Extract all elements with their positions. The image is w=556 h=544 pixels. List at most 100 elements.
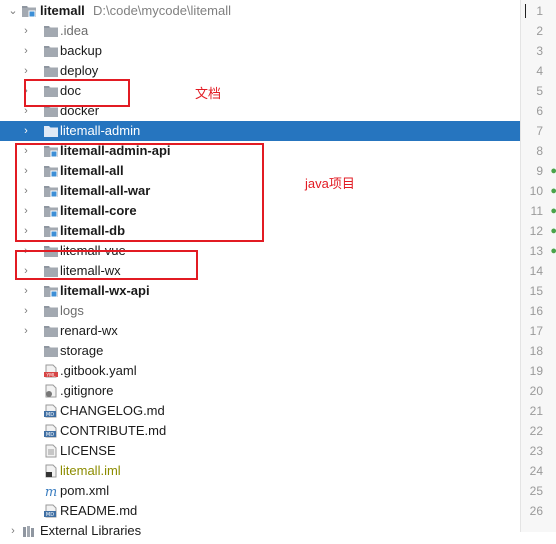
svg-text:MD: MD <box>46 512 54 518</box>
editor-gutter: 1 2 3 4 5 6 7 8 9 10 11 12 13 14 15 16 17 18 19 20 21 22 23 24 2… <box>520 0 556 532</box>
tree-item-label: .idea <box>60 23 89 38</box>
line-number: 23 <box>529 444 543 458</box>
gitignore-file-icon <box>44 384 58 398</box>
tree-item-label: deploy <box>60 63 99 78</box>
line-number: 13 <box>529 244 543 258</box>
tree-item-gitignore[interactable]: .gitignore <box>0 381 520 401</box>
line-number: 4 <box>536 64 543 78</box>
line-number: 19 <box>529 364 543 378</box>
svg-text:MD: MD <box>46 412 54 418</box>
folder-icon <box>44 44 58 58</box>
tree-item-litemall-admin[interactable]: › litemall-admin <box>0 121 520 141</box>
line-number: 21 <box>529 404 543 418</box>
line-number: 11 <box>530 204 543 218</box>
folder-icon <box>44 344 58 358</box>
module-folder-icon <box>22 4 36 18</box>
tree-item-gitbook-yaml[interactable]: YML .gitbook.yaml <box>0 361 520 381</box>
tree-item-label: litemall-admin <box>60 123 141 138</box>
tree-item-label: backup <box>60 43 102 58</box>
svg-text:MD: MD <box>46 432 54 438</box>
tree-item-backup[interactable]: › backup <box>0 41 520 61</box>
tree-item-litemall-wx-api[interactable]: › litemall-wx-api <box>0 281 520 301</box>
line-number: 2 <box>536 24 543 38</box>
line-number: 6 <box>536 104 543 118</box>
line-number: 17 <box>529 324 543 338</box>
annotation-doc: 文档 <box>195 86 222 101</box>
yaml-file-icon: YML <box>44 364 58 379</box>
tree-item-contribute-md[interactable]: MD CONTRIBUTE.md <box>0 421 520 441</box>
folder-icon <box>44 124 58 138</box>
line-number: 3 <box>536 44 543 58</box>
tree-item-label: litemall <box>40 3 85 18</box>
line-number: 9 <box>536 164 543 178</box>
tree-item-label: README.md <box>60 503 138 518</box>
gutter-marker-icon: ● <box>550 245 556 257</box>
chevron-right-icon[interactable]: › <box>21 41 31 61</box>
tree-item-label: pom.xml <box>60 483 110 498</box>
tree-item-storage[interactable]: storage <box>0 341 520 361</box>
tree-item-renard-wx[interactable]: › renard-wx <box>0 321 520 341</box>
markdown-file-icon: MD <box>44 404 58 418</box>
annotation-java: java项目 <box>305 176 355 191</box>
tree-item-label: CONTRIBUTE.md <box>60 423 167 438</box>
line-number: 14 <box>529 264 543 278</box>
line-number: 26 <box>529 504 543 518</box>
project-path: D:\code\mycode\litemall <box>93 3 231 18</box>
folder-icon <box>44 64 58 78</box>
highlight-box-doc <box>24 79 130 107</box>
tree-item-litemall-iml[interactable]: litemall.iml <box>0 461 520 481</box>
tree-item-changelog-md[interactable]: MD CHANGELOG.md <box>0 401 520 421</box>
line-number: 18 <box>529 344 543 358</box>
tree-item-idea[interactable]: › .idea <box>0 21 520 41</box>
gutter-marker-icon: ● <box>550 205 556 217</box>
line-number: 1 <box>536 4 543 18</box>
chevron-right-icon[interactable]: › <box>21 121 31 141</box>
line-number: 7 <box>536 124 543 138</box>
gutter-marker-icon: ● <box>550 185 556 197</box>
iml-file-icon <box>44 464 58 478</box>
line-number: 10 <box>529 184 543 198</box>
line-number: 24 <box>529 464 543 478</box>
highlight-box-java-modules <box>15 143 264 242</box>
tree-item-label: litemall-wx-api <box>60 283 150 298</box>
tree-item-label: .gitignore <box>60 383 114 398</box>
chevron-right-icon[interactable]: › <box>21 281 31 301</box>
folder-icon <box>44 304 58 318</box>
tree-item-external-libraries[interactable]: › External Libraries <box>0 521 520 541</box>
highlight-box-wx-api <box>15 250 198 280</box>
tree-item-label: renard-wx <box>60 323 118 338</box>
line-number: 20 <box>529 384 543 398</box>
tree-item-label: LICENSE <box>60 443 116 458</box>
maven-file-icon: m <box>44 484 58 500</box>
chevron-down-icon[interactable]: ⌄ <box>8 1 18 21</box>
tree-item-pom-xml[interactable]: m pom.xml <box>0 481 520 501</box>
tree-item-license[interactable]: LICENSE <box>0 441 520 461</box>
chevron-right-icon[interactable]: › <box>21 21 31 41</box>
gutter-marker-icon: ● <box>550 225 556 237</box>
line-number: 5 <box>536 84 543 98</box>
tree-item-readme-md[interactable]: MD README.md <box>0 501 520 521</box>
chevron-right-icon[interactable]: › <box>21 321 31 341</box>
tree-item-label: logs <box>60 303 84 318</box>
line-number: 12 <box>529 224 543 238</box>
markdown-file-icon: MD <box>44 424 58 438</box>
tree-item-deploy[interactable]: › deploy <box>0 61 520 81</box>
tree-item-label: External Libraries <box>40 523 142 538</box>
module-folder-icon <box>44 284 58 298</box>
line-number: 25 <box>529 484 543 498</box>
tree-item-litemall[interactable]: ⌄ litemall D:\code\mycode\litemall <box>0 1 520 21</box>
tree-item-label: litemall.iml <box>60 463 121 478</box>
tree-item-label: storage <box>60 343 104 358</box>
chevron-right-icon[interactable]: › <box>21 61 31 81</box>
line-number: 16 <box>529 304 543 318</box>
chevron-right-icon[interactable]: › <box>21 301 31 321</box>
svg-text:YML: YML <box>45 373 56 379</box>
svg-text:m: m <box>45 485 57 498</box>
tree-item-label: .gitbook.yaml <box>60 363 137 378</box>
folder-icon <box>44 24 58 38</box>
chevron-right-icon[interactable]: › <box>8 521 18 541</box>
tree-item-logs[interactable]: › logs <box>0 301 520 321</box>
library-icon <box>22 524 36 538</box>
folder-icon <box>44 324 58 338</box>
line-number: 8 <box>536 144 543 158</box>
